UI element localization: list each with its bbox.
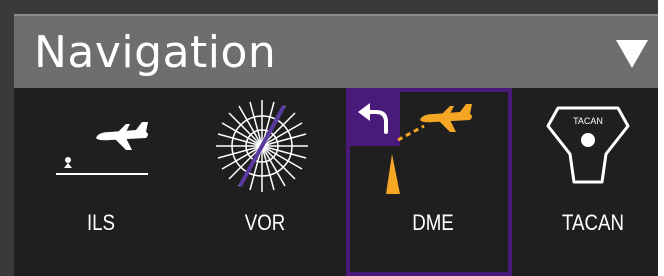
- nav-option-label: TACAN: [562, 210, 624, 235]
- nav-option-vor[interactable]: VOR: [182, 88, 348, 276]
- nav-option-label: ILS: [86, 210, 116, 235]
- header-title: Navigation: [34, 27, 277, 78]
- navigation-header[interactable]: Navigation: [14, 14, 658, 88]
- navigation-options: ILS VOR DME TACAN TACAN: [14, 88, 658, 276]
- tacan-icon-text: TACAN: [573, 116, 603, 126]
- nav-option-dme[interactable]: DME: [346, 88, 512, 276]
- nav-option-ils[interactable]: ILS: [18, 88, 184, 276]
- dropdown-triangle-icon[interactable]: [614, 36, 650, 70]
- tacan-icon: TACAN: [546, 106, 630, 184]
- navigation-panel: Navigation ILS VOR DME TACAN TACAN: [0, 0, 658, 276]
- nav-option-label: DME: [412, 210, 454, 235]
- nav-option-tacan[interactable]: TACAN TACAN: [510, 88, 664, 276]
- dme-icon: [358, 103, 472, 194]
- nav-option-label: VOR: [244, 210, 286, 235]
- vor-icon: [216, 100, 308, 192]
- back-arrow-icon[interactable]: [358, 103, 388, 134]
- ils-icon: [56, 122, 148, 175]
